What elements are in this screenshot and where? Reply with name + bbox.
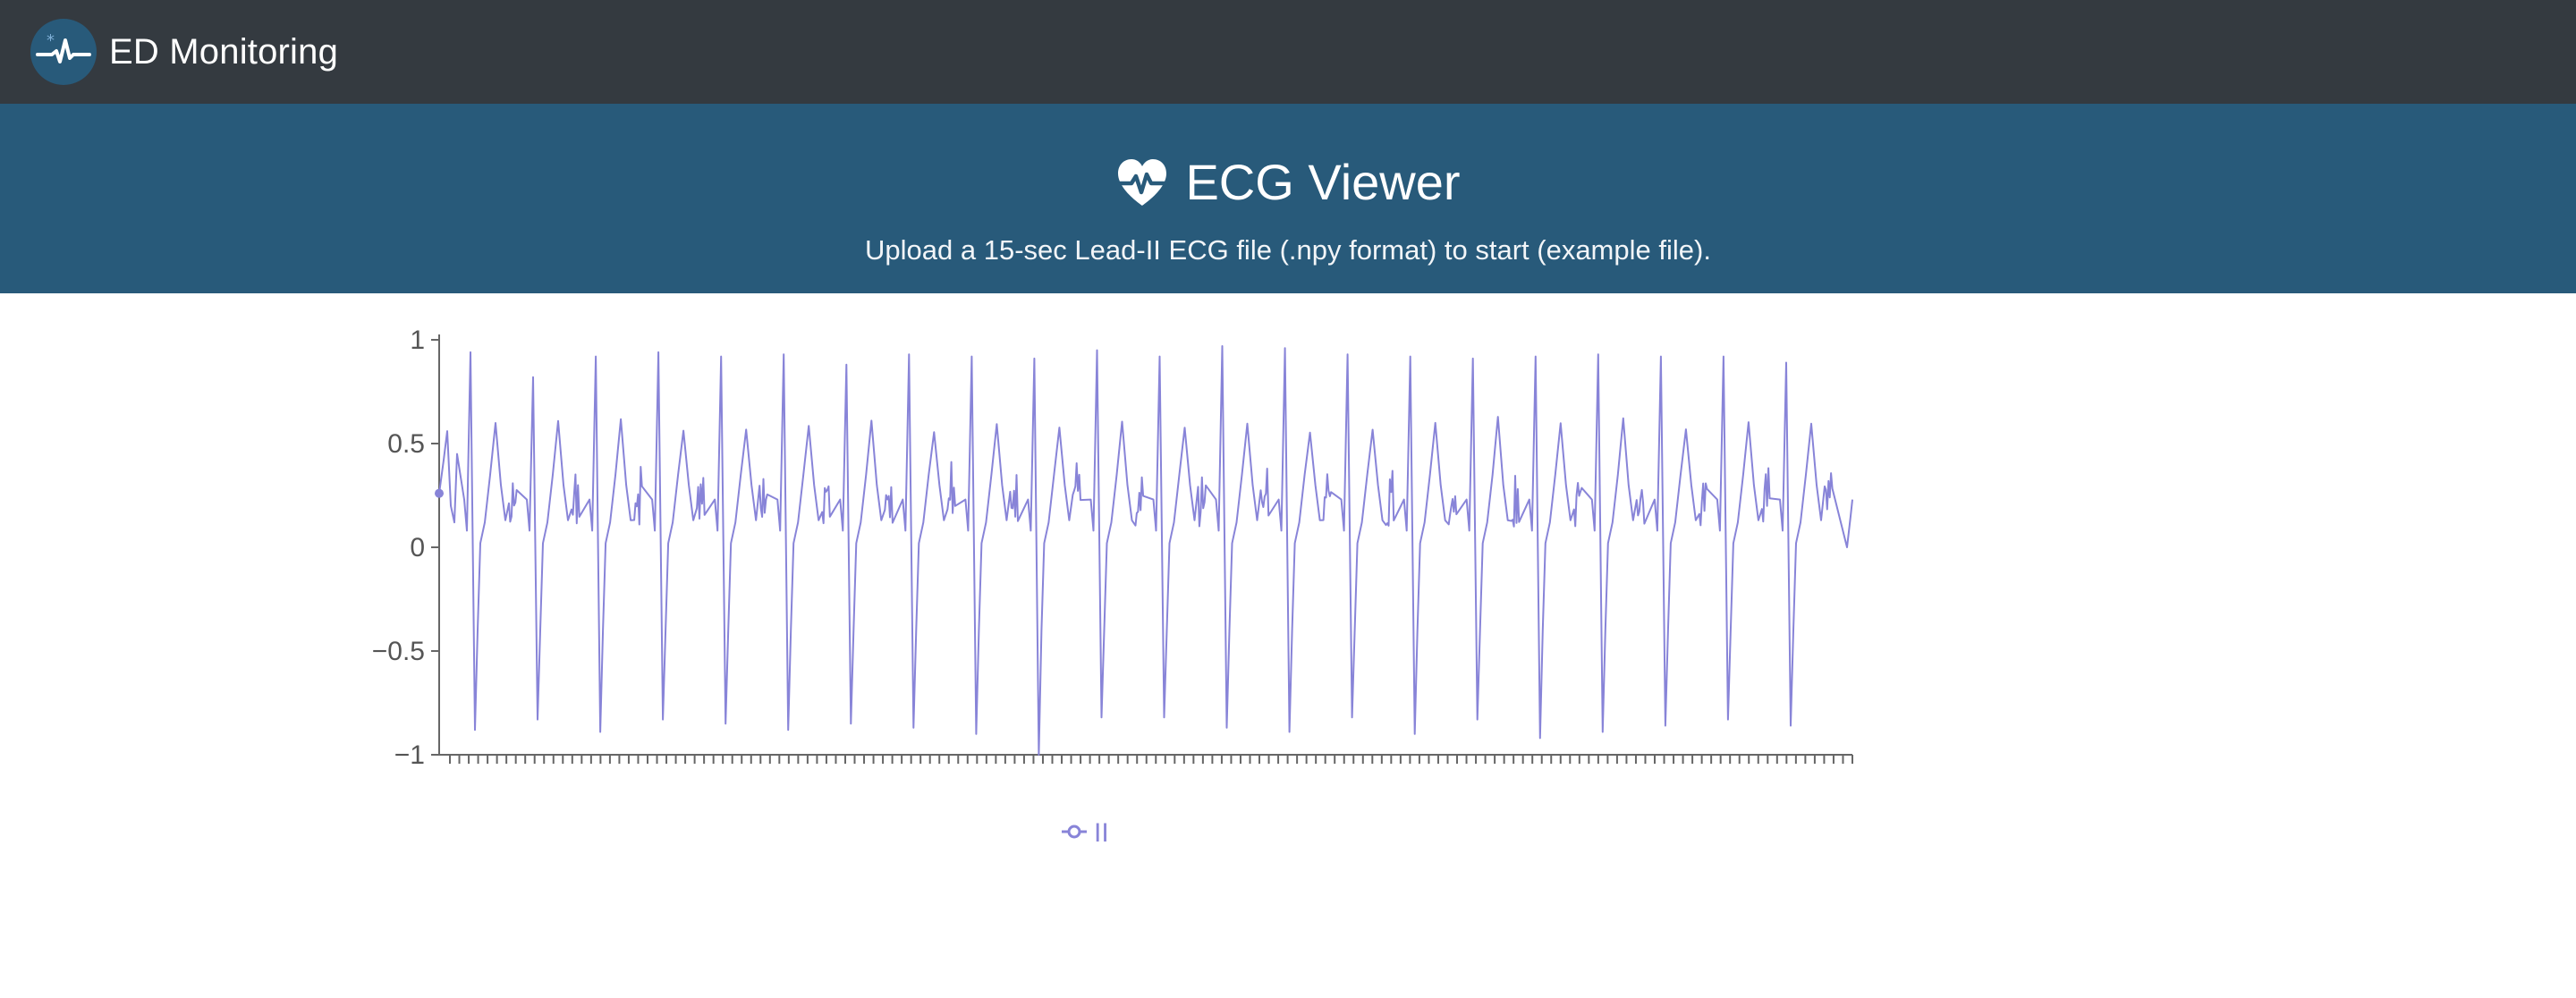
heart-pulse-icon (1115, 159, 1170, 206)
y-tick-label: 0.5 (387, 429, 425, 459)
ecg-chart: 1 0.5 0 −0.5 −1 II (0, 293, 2576, 998)
navbar: * ED Monitoring (0, 0, 2576, 104)
brand-name[interactable]: ED Monitoring (109, 32, 338, 72)
y-tick-label: 1 (410, 326, 425, 355)
header-banner: ECG Viewer Upload a 15-sec Lead-II ECG f… (0, 104, 2576, 293)
series-start-point (435, 488, 444, 498)
ecg-series-line-II (438, 345, 1853, 756)
banner-title-row: ECG Viewer (1115, 148, 1461, 216)
ecg-chart-svg: 1 0.5 0 −0.5 −1 II (372, 326, 1853, 848)
svg-text:*: * (47, 31, 55, 50)
legend-label-II: II (1094, 818, 1109, 848)
ecg-pulse-logo-icon[interactable]: * (30, 19, 97, 85)
legend-marker-icon (1067, 825, 1081, 839)
y-tick-label: −0.5 (372, 637, 425, 666)
y-tick-label: 0 (410, 533, 425, 562)
page-title: ECG Viewer (1185, 154, 1461, 210)
upload-instructions: Upload a 15-sec Lead-II ECG file (.npy f… (865, 234, 1711, 266)
y-tick-label: −1 (394, 740, 425, 770)
